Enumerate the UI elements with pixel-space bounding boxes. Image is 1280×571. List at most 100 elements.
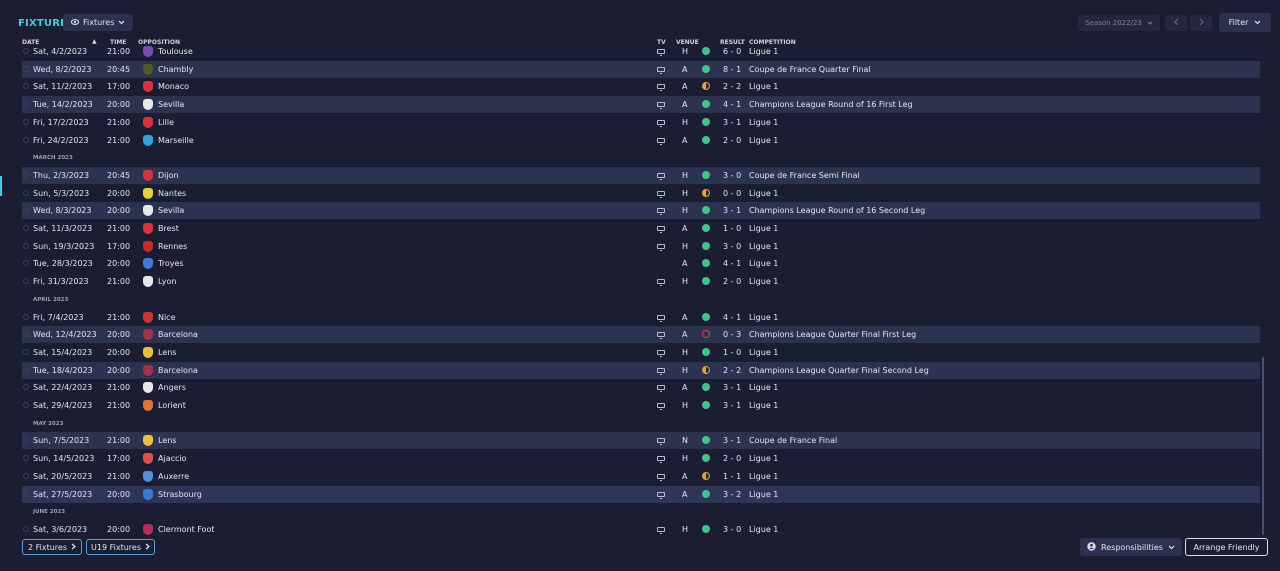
competition-name[interactable]: Champions League Quarter Final First Leg — [749, 330, 916, 339]
match-score[interactable]: 2 - 2 — [723, 366, 741, 375]
opposition-name[interactable]: Nantes — [158, 189, 186, 198]
match-score[interactable]: 3 - 1 — [723, 436, 741, 445]
competition-name[interactable]: Ligue 1 — [749, 348, 778, 357]
responsibilities-button[interactable]: Responsibilities — [1080, 538, 1182, 556]
u19-fixtures-link-button[interactable]: U19 Fixtures — [86, 539, 155, 555]
competition-name[interactable]: Ligue 1 — [749, 454, 778, 463]
filter-button[interactable]: Filter — [1219, 13, 1271, 32]
fixture-row[interactable]: Thu, 2/3/2023 20:45 Dijon H 3 - 0 Coupe de Fr… — [22, 167, 1260, 184]
match-score[interactable]: 3 - 1 — [723, 206, 741, 215]
competition-name[interactable]: Ligue 1 — [749, 383, 778, 392]
fixture-row[interactable]: Fri, 31/3/2023 21:00 Lyon H 2 - 0 Ligue 1 — [22, 273, 1260, 290]
fixture-date[interactable]: Fri, 31/3/2023 — [33, 277, 89, 286]
fixture-row[interactable]: Sun, 19/3/2023 17:00 Rennes H 3 - 0 Ligue 1 — [22, 238, 1260, 255]
fixture-row[interactable]: Sun, 14/5/2023 17:00 Ajaccio H 2 - 0 Ligue 1 — [22, 450, 1260, 467]
fixture-date[interactable]: Sat, 11/3/2023 — [33, 224, 92, 233]
opposition-name[interactable]: Barcelona — [158, 330, 198, 339]
competition-name[interactable]: Ligue 1 — [749, 189, 778, 198]
opposition-name[interactable]: Lens — [158, 436, 176, 445]
opposition-name[interactable]: Auxerre — [158, 472, 189, 481]
fixture-date[interactable]: Sat, 27/5/2023 — [33, 490, 92, 499]
competition-name[interactable]: Ligue 1 — [749, 242, 778, 251]
competition-name[interactable]: Ligue 1 — [749, 525, 778, 534]
fixture-date[interactable]: Sat, 4/2/2023 — [33, 47, 87, 56]
view-selector-button[interactable]: Fixtures — [63, 14, 134, 31]
opposition-name[interactable]: Clermont Foot — [158, 525, 215, 534]
competition-name[interactable]: Champions League Round of 16 Second Leg — [749, 206, 925, 215]
opposition-name[interactable]: Sevilla — [158, 100, 184, 109]
match-score[interactable]: 3 - 0 — [723, 171, 741, 180]
match-score[interactable]: 0 - 0 — [723, 189, 741, 198]
opposition-name[interactable]: Lyon — [158, 277, 176, 286]
fixture-date[interactable]: Fri, 24/2/2023 — [33, 136, 89, 145]
match-score[interactable]: 3 - 0 — [723, 242, 741, 251]
competition-name[interactable]: Ligue 1 — [749, 82, 778, 91]
fixture-row[interactable]: Sat, 20/5/2023 21:00 Auxerre A 1 - 1 Ligue 1 — [22, 468, 1260, 485]
opposition-name[interactable]: Strasbourg — [158, 490, 202, 499]
fixture-date[interactable]: Wed, 12/4/2023 — [33, 330, 97, 339]
fixture-date[interactable]: Wed, 8/3/2023 — [33, 206, 91, 215]
opposition-name[interactable]: Lorient — [158, 401, 186, 410]
season-selector[interactable]: Season 2022/23 — [1078, 15, 1160, 31]
fixture-date[interactable]: Sat, 11/2/2023 — [33, 82, 92, 91]
fixture-date[interactable]: Tue, 28/3/2023 — [33, 259, 93, 268]
fixture-date[interactable]: Sat, 15/4/2023 — [33, 348, 92, 357]
arrange-friendly-button[interactable]: Arrange Friendly — [1185, 538, 1268, 556]
competition-name[interactable]: Champions League Round of 16 First Leg — [749, 100, 913, 109]
fixture-date[interactable]: Sun, 5/3/2023 — [33, 189, 89, 198]
opposition-name[interactable]: Sevilla — [158, 206, 184, 215]
match-score[interactable]: 0 - 3 — [723, 330, 741, 339]
opposition-name[interactable]: Lens — [158, 348, 176, 357]
match-score[interactable]: 2 - 0 — [723, 454, 741, 463]
fixture-date[interactable]: Fri, 17/2/2023 — [33, 118, 89, 127]
opposition-name[interactable]: Monaco — [158, 82, 189, 91]
fixture-date[interactable]: Sat, 22/4/2023 — [33, 383, 92, 392]
competition-name[interactable]: Ligue 1 — [749, 47, 778, 56]
fixture-date[interactable]: Sun, 7/5/2023 — [33, 436, 89, 445]
fixture-row[interactable]: Tue, 14/2/2023 20:00 Sevilla A 4 - 1 Champion… — [22, 96, 1260, 113]
fixture-row[interactable]: Wed, 8/3/2023 20:00 Sevilla H 3 - 1 Champions… — [22, 202, 1260, 219]
fixture-row[interactable]: Wed, 12/4/2023 20:00 Barcelona A 0 - 3 Champi… — [22, 326, 1260, 343]
competition-name[interactable]: Champions League Quarter Final Second Le… — [749, 366, 929, 375]
fixture-date[interactable]: Tue, 14/2/2023 — [33, 100, 93, 109]
fixture-row[interactable]: Sat, 11/3/2023 21:00 Brest A 1 - 0 Ligue 1 — [22, 220, 1260, 237]
opposition-name[interactable]: Lille — [158, 118, 174, 127]
match-score[interactable]: 4 - 1 — [723, 313, 741, 322]
match-score[interactable]: 3 - 1 — [723, 401, 741, 410]
opposition-name[interactable]: Nice — [158, 313, 176, 322]
opposition-name[interactable]: Troyes — [158, 259, 184, 268]
fixture-row[interactable]: Fri, 7/4/2023 21:00 Nice A 4 - 1 Ligue 1 — [22, 309, 1260, 326]
fixture-row[interactable]: Sat, 3/6/2023 20:00 Clermont Foot H 3 - 0 Lig… — [22, 521, 1260, 538]
fixture-row[interactable]: Sun, 7/5/2023 21:00 Lens N 3 - 1 Coupe de Fra… — [22, 432, 1260, 449]
fixture-date[interactable]: Sat, 3/6/2023 — [33, 525, 87, 534]
competition-name[interactable]: Ligue 1 — [749, 118, 778, 127]
fixture-date[interactable]: Sun, 14/5/2023 — [33, 454, 94, 463]
match-score[interactable]: 2 - 2 — [723, 82, 741, 91]
match-score[interactable]: 1 - 0 — [723, 224, 741, 233]
fixture-row[interactable]: Sat, 11/2/2023 17:00 Monaco A 2 - 2 Ligue 1 — [22, 78, 1260, 95]
match-score[interactable]: 2 - 0 — [723, 277, 741, 286]
opposition-name[interactable]: Dijon — [158, 171, 179, 180]
previous-season-button[interactable] — [1165, 15, 1187, 31]
fixture-date[interactable]: Tue, 18/4/2023 — [33, 366, 93, 375]
match-score[interactable]: 3 - 0 — [723, 525, 741, 534]
opposition-name[interactable]: Chambly — [158, 65, 193, 74]
opposition-name[interactable]: Brest — [158, 224, 179, 233]
fixture-row[interactable]: Sat, 22/4/2023 21:00 Angers A 3 - 1 Ligue 1 — [22, 379, 1260, 396]
fixture-row[interactable]: Tue, 18/4/2023 20:00 Barcelona H 2 - 2 Champi… — [22, 362, 1260, 379]
opposition-name[interactable]: Angers — [158, 383, 186, 392]
fixture-row[interactable]: Fri, 24/2/2023 21:00 Marseille A 2 - 0 Ligue … — [22, 132, 1260, 149]
fixture-date[interactable]: Sun, 19/3/2023 — [33, 242, 94, 251]
competition-name[interactable]: Coupe de France Quarter Final — [749, 65, 871, 74]
scrollbar[interactable] — [1262, 357, 1264, 535]
opposition-name[interactable]: Rennes — [158, 242, 187, 251]
fixture-row[interactable]: Sat, 29/4/2023 21:00 Lorient H 3 - 1 Ligue 1 — [22, 397, 1260, 414]
competition-name[interactable]: Ligue 1 — [749, 401, 778, 410]
fixture-row[interactable]: Fri, 17/2/2023 21:00 Lille H 3 - 1 Ligue 1 — [22, 114, 1260, 131]
fixture-date[interactable]: Sat, 29/4/2023 — [33, 401, 92, 410]
match-score[interactable]: 3 - 1 — [723, 118, 741, 127]
fixture-row[interactable]: Tue, 28/3/2023 20:00 Troyes A 4 - 1 Ligue 1 — [22, 255, 1260, 272]
opposition-name[interactable]: Toulouse — [158, 47, 193, 56]
fixture-row[interactable]: Sat, 27/5/2023 20:00 Strasbourg A 3 - 2 Ligue… — [22, 486, 1260, 503]
match-score[interactable]: 6 - 0 — [723, 47, 741, 56]
